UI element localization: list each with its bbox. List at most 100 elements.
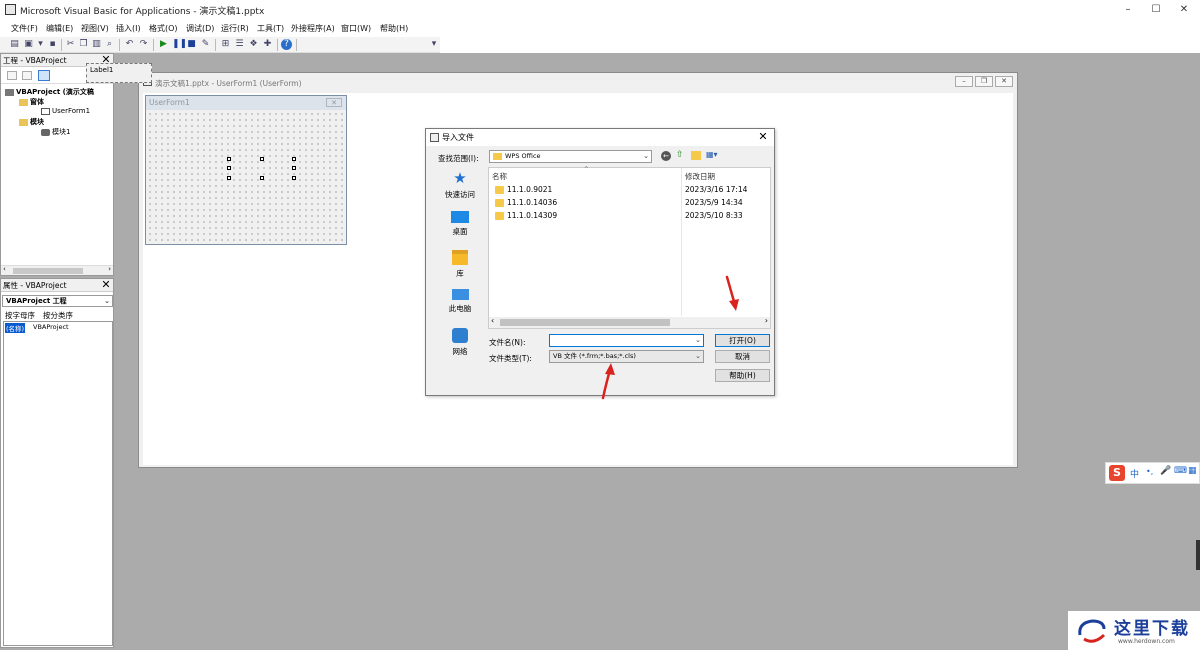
- scroll-thumb[interactable]: [500, 319, 670, 326]
- tree-userform[interactable]: UserForm1: [41, 107, 90, 115]
- tree-module[interactable]: 模块1: [41, 127, 70, 137]
- close-button[interactable]: ✕: [1170, 2, 1198, 18]
- column-name[interactable]: 名称: [492, 171, 507, 182]
- menu-format[interactable]: 格式(O): [149, 23, 178, 34]
- menu-edit[interactable]: 编辑(E): [46, 23, 73, 34]
- menu-window[interactable]: 窗口(W): [341, 23, 371, 34]
- up-folder-icon[interactable]: ⇧: [676, 150, 686, 161]
- design-mode-icon[interactable]: ✎: [200, 39, 211, 50]
- properties-window-icon[interactable]: ☰: [234, 39, 245, 50]
- resize-handle[interactable]: [292, 166, 296, 170]
- properties-pane-close-icon[interactable]: ✕: [100, 279, 112, 291]
- tree-modules-folder[interactable]: 模块: [19, 117, 44, 127]
- filetype-select[interactable]: VB 文件 (*.frm;*.bas;*.cls) ⌄: [549, 350, 704, 363]
- menu-view[interactable]: 视图(V): [81, 23, 109, 34]
- place-library[interactable]: 库: [432, 250, 488, 279]
- microphone-icon[interactable]: 🎤: [1160, 466, 1171, 476]
- find-icon[interactable]: ⌕: [104, 39, 115, 50]
- resize-handle[interactable]: [227, 176, 231, 180]
- place-quick-access[interactable]: ★ 快速访问: [432, 171, 488, 200]
- open-button[interactable]: 打开(O): [715, 334, 770, 347]
- file-row[interactable]: 11.1.0.14036 2023/5/9 14:34: [489, 198, 769, 210]
- cancel-button[interactable]: 取消: [715, 350, 770, 363]
- userform[interactable]: UserForm1 ✕: [145, 95, 347, 245]
- designer-restore-button[interactable]: ❐: [975, 76, 993, 87]
- resize-handle[interactable]: [260, 176, 264, 180]
- dialog-close-icon[interactable]: ✕: [756, 130, 770, 144]
- resize-handle[interactable]: [292, 157, 296, 161]
- edge-scroll-indicator: [1196, 540, 1200, 570]
- scroll-thumb[interactable]: [13, 268, 83, 274]
- reset-icon[interactable]: ■: [186, 39, 197, 50]
- grid-menu-icon[interactable]: ▦: [1188, 466, 1197, 476]
- paste-icon[interactable]: ▥: [91, 39, 102, 50]
- menu-file[interactable]: 文件(F): [11, 23, 38, 34]
- resize-handle[interactable]: [227, 157, 231, 161]
- designer-close-button[interactable]: ✕: [995, 76, 1013, 87]
- file-list-hscrollbar[interactable]: ‹ ›: [489, 316, 770, 328]
- view-code-icon[interactable]: [7, 71, 17, 80]
- file-row[interactable]: 11.1.0.14309 2023/5/10 8:33: [489, 211, 769, 223]
- run-icon[interactable]: ▶: [158, 39, 169, 50]
- property-name[interactable]: (名称): [5, 323, 26, 333]
- redo-icon[interactable]: ↷: [138, 39, 149, 50]
- undo-icon[interactable]: ↶: [124, 39, 135, 50]
- menu-run[interactable]: 运行(R): [221, 23, 249, 34]
- view-excel-icon[interactable]: ▤: [9, 39, 20, 50]
- help-button[interactable]: 帮助(H): [715, 369, 770, 382]
- toggle-folders-icon[interactable]: [38, 70, 50, 81]
- resize-handle[interactable]: [260, 157, 264, 161]
- menu-addins[interactable]: 外接程序(A): [291, 23, 335, 34]
- menu-tools[interactable]: 工具(T): [257, 23, 284, 34]
- scroll-left-icon[interactable]: ‹: [491, 316, 494, 325]
- insert-userform-icon[interactable]: ▣: [23, 39, 34, 50]
- property-value[interactable]: VBAProject: [33, 323, 69, 331]
- place-desktop[interactable]: 桌面: [432, 211, 488, 237]
- file-date: 2023/5/10 8:33: [685, 211, 743, 220]
- scroll-right-icon[interactable]: ›: [765, 316, 768, 325]
- keyboard-icon[interactable]: ⌨: [1174, 466, 1187, 476]
- new-folder-icon[interactable]: [691, 151, 701, 160]
- sogou-logo-icon[interactable]: S: [1109, 465, 1125, 481]
- menu-insert[interactable]: 插入(I): [116, 23, 141, 34]
- help-icon[interactable]: ?: [281, 39, 292, 50]
- place-network[interactable]: 网络: [432, 328, 488, 357]
- tree-root[interactable]: VBAProject (演示文稿: [5, 87, 94, 97]
- file-row[interactable]: 11.1.0.9021 2023/3/16 17:14: [489, 185, 769, 197]
- break-icon[interactable]: ❚❚: [172, 39, 187, 50]
- copy-icon[interactable]: ❐: [78, 39, 89, 50]
- view-menu-icon[interactable]: ▦▾: [706, 150, 722, 161]
- scroll-left-icon[interactable]: ‹: [3, 265, 6, 273]
- tab-alphabetic[interactable]: 按字母序: [5, 310, 35, 321]
- punctuation-icon[interactable]: •,: [1146, 467, 1153, 476]
- filename-input[interactable]: ⌄: [549, 334, 704, 347]
- menu-help[interactable]: 帮助(H): [380, 23, 408, 34]
- object-browser-icon[interactable]: ❖: [248, 39, 259, 50]
- tab-categorized[interactable]: 按分类序: [43, 310, 73, 321]
- toolbar-options-icon[interactable]: ▾: [430, 39, 438, 50]
- project-explorer-icon[interactable]: ⊞: [220, 39, 231, 50]
- minimize-button[interactable]: –: [1114, 2, 1142, 18]
- project-hscrollbar[interactable]: ‹ ›: [1, 265, 113, 275]
- tree-forms-folder[interactable]: 窗体: [19, 97, 44, 107]
- userform-grid[interactable]: [147, 111, 345, 243]
- maximize-button[interactable]: ☐: [1142, 2, 1170, 18]
- label1-control[interactable]: Label1: [86, 63, 152, 83]
- resize-handle[interactable]: [292, 176, 296, 180]
- scroll-right-icon[interactable]: ›: [108, 265, 111, 273]
- back-icon[interactable]: ←: [661, 151, 671, 161]
- place-label: 库: [456, 269, 464, 278]
- save-icon[interactable]: ▪: [47, 39, 58, 50]
- designer-minimize-button[interactable]: –: [955, 76, 973, 87]
- place-this-pc[interactable]: 此电脑: [432, 289, 488, 314]
- properties-object-combo[interactable]: VBAProject 工程 ⌄: [2, 295, 113, 307]
- toolbox-icon[interactable]: ✚: [262, 39, 273, 50]
- menu-debug[interactable]: 调试(D): [186, 23, 214, 34]
- cut-icon[interactable]: ✂: [65, 39, 76, 50]
- ime-mode[interactable]: 中: [1130, 467, 1139, 480]
- column-date[interactable]: 修改日期: [685, 171, 715, 182]
- lookin-combo[interactable]: WPS Office ⌄: [489, 150, 652, 163]
- resize-handle[interactable]: [227, 166, 231, 170]
- view-object-icon[interactable]: [22, 71, 32, 80]
- dropdown-arrow-icon[interactable]: ▾: [37, 39, 44, 50]
